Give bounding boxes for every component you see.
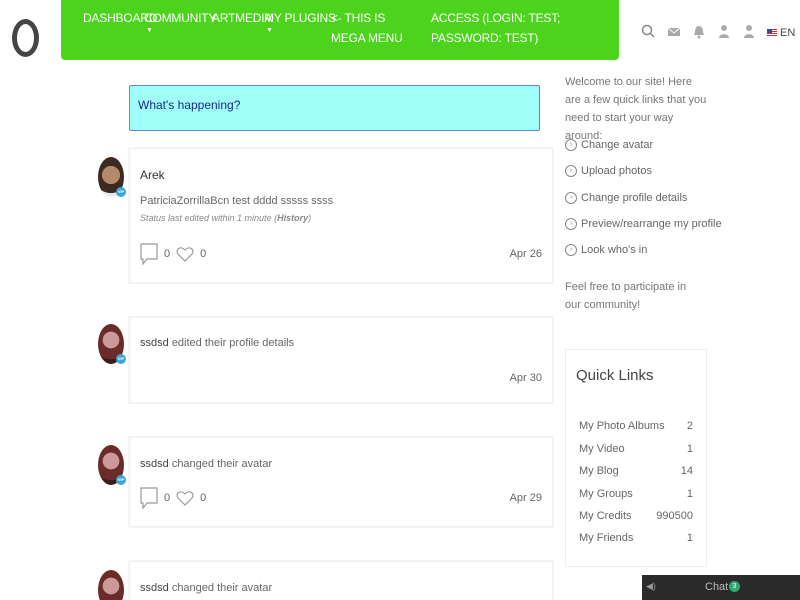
us-flag-icon xyxy=(767,29,777,37)
activity-text: ssdsd changed their avatar xyxy=(140,458,273,470)
heart-icon[interactable] xyxy=(176,245,194,263)
chevron-right-icon: › xyxy=(565,244,577,256)
vip-badge-icon: VIP xyxy=(116,475,126,485)
quick-link-row[interactable]: My Video 1 xyxy=(579,443,693,455)
activity-actions: 0 0 xyxy=(140,487,206,509)
quick-link-row[interactable]: My Credits 990500 xyxy=(579,510,693,522)
nav-access[interactable]: ACCESS (LOGIN: TEST; PASSWORD: TEST) xyxy=(431,8,591,48)
site-logo[interactable] xyxy=(12,19,39,57)
speaker-icon[interactable]: ◀) xyxy=(646,581,656,592)
search-icon[interactable] xyxy=(641,24,655,40)
activity-text: ssdsd edited their profile details xyxy=(140,337,295,349)
welcome-text: Welcome to our site! Here are a few quic… xyxy=(565,76,707,142)
user-icon[interactable] xyxy=(742,24,756,40)
comment-count: 0 xyxy=(164,248,171,260)
chevron-right-icon: › xyxy=(565,218,577,230)
chat-label: Chat xyxy=(705,581,729,593)
history-link[interactable]: History xyxy=(277,213,308,223)
link-change-avatar[interactable]: › Change avatar xyxy=(565,139,653,151)
heart-icon[interactable] xyxy=(176,489,194,507)
quick-link-row[interactable]: My Photo Albums 2 xyxy=(579,420,693,432)
mega-menu-bar: DASHBOARD COMMUNITY ▼ ARTMEDIA MY PLUGINS… xyxy=(61,0,619,60)
composer-placeholder: What's happening? xyxy=(138,98,241,112)
activity-author[interactable]: ssdsd xyxy=(140,337,169,349)
activity-author[interactable]: ssdsd xyxy=(140,582,169,594)
feel-free-text: Feel free to participate in our communit… xyxy=(565,281,687,311)
activity-text: ssdsd changed their avatar xyxy=(140,582,273,594)
comment-icon[interactable] xyxy=(140,243,158,265)
activity-text: PatriciaZorrillaBcn test dddd sssss ssss xyxy=(140,195,334,207)
mail-icon[interactable] xyxy=(667,24,681,40)
comment-icon[interactable] xyxy=(140,487,158,509)
nav-mega-menu[interactable]: <- THIS IS MEGA MENU xyxy=(331,8,411,48)
quick-link-row[interactable]: My Groups 1 xyxy=(579,488,693,500)
activity-item: ssdsd changed their avatar xyxy=(129,561,553,600)
like-count: 0 xyxy=(200,492,207,504)
activity-date[interactable]: Apr 30 xyxy=(510,372,542,384)
chevron-right-icon: › xyxy=(565,192,577,204)
avatar[interactable]: VIP xyxy=(98,570,124,600)
chat-bar[interactable]: ◀) Chat 3 xyxy=(642,575,800,600)
friends-icon[interactable] xyxy=(717,24,731,40)
avatar[interactable]: VIP xyxy=(98,157,126,197)
comment-count: 0 xyxy=(164,492,171,504)
quick-links-panel: Quick Links My Photo Albums 2 My Video 1 M… xyxy=(565,349,707,567)
whats-happening-input[interactable]: What's happening? xyxy=(129,85,540,131)
quick-link-row[interactable]: My Friends 1 xyxy=(579,532,693,544)
avatar[interactable]: VIP xyxy=(98,445,126,485)
activity-date[interactable]: Apr 26 xyxy=(510,248,542,260)
dropdown-caret-icon: ▼ xyxy=(146,27,153,34)
activity-author[interactable]: Arek xyxy=(140,168,165,182)
link-look-whos-in[interactable]: › Look who's in xyxy=(565,244,647,256)
chevron-right-icon: › xyxy=(565,139,577,151)
avatar[interactable]: VIP xyxy=(98,324,126,364)
language-label: EN xyxy=(780,27,796,39)
quick-link-row[interactable]: My Blog 14 xyxy=(579,465,693,477)
language-switcher[interactable]: EN xyxy=(767,27,795,39)
dropdown-caret-icon: ▼ xyxy=(266,27,273,34)
bell-icon[interactable] xyxy=(692,24,706,40)
chat-count-badge: 3 xyxy=(729,581,740,592)
nav-community[interactable]: COMMUNITY ▼ xyxy=(144,8,216,34)
activity-item: ssdsd changed their avatar 0 0 Apr 29 xyxy=(129,437,553,527)
like-count: 0 xyxy=(200,248,207,260)
vip-badge-icon: VIP xyxy=(116,187,126,197)
activity-item: ssdsd edited their profile details Apr 3… xyxy=(129,317,553,403)
activity-item: Arek PatriciaZorrillaBcn test dddd sssss… xyxy=(129,148,553,283)
chevron-right-icon: › xyxy=(565,165,577,177)
activity-author[interactable]: ssdsd xyxy=(140,458,169,470)
status-edited-note: Status last edited within 1 minute (Hist… xyxy=(140,213,312,223)
link-upload-photos[interactable]: › Upload photos xyxy=(565,165,652,177)
activity-actions: 0 0 xyxy=(140,243,206,265)
quick-links-title: Quick Links xyxy=(576,367,654,384)
activity-date[interactable]: Apr 29 xyxy=(510,492,542,504)
nav-my-plugins[interactable]: MY PLUGINS ▼ xyxy=(264,8,336,34)
link-change-profile-details[interactable]: › Change profile details xyxy=(565,192,687,204)
link-preview-profile[interactable]: › Preview/rearrange my profile xyxy=(565,218,722,230)
vip-badge-icon: VIP xyxy=(116,354,126,364)
